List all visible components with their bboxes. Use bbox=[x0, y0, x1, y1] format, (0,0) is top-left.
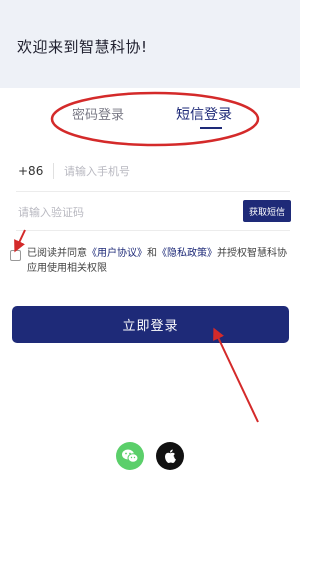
phone-divider bbox=[53, 163, 54, 179]
get-sms-code-button[interactable]: 获取短信 bbox=[243, 200, 291, 222]
code-underline bbox=[16, 230, 290, 231]
active-tab-indicator bbox=[200, 127, 222, 129]
privacy-policy-link[interactable]: 《隐私政策》 bbox=[157, 248, 217, 259]
country-code-selector[interactable]: +86 bbox=[18, 164, 43, 178]
phone-input[interactable] bbox=[64, 163, 284, 179]
wechat-icon bbox=[122, 449, 139, 463]
user-agreement-link[interactable]: 《用户协议》 bbox=[87, 248, 147, 259]
wechat-login-button[interactable] bbox=[116, 442, 144, 470]
phone-underline bbox=[16, 191, 290, 192]
tab-sms-login[interactable]: 短信登录 bbox=[176, 104, 232, 124]
login-button[interactable]: 立即登录 bbox=[12, 306, 289, 343]
welcome-title: 欢迎来到智慧科协! bbox=[17, 38, 148, 56]
agreement-text: 已阅读并同意《用户协议》和《隐私政策》并授权智慧科协应用使用相关权限 bbox=[27, 246, 292, 276]
verification-code-input[interactable] bbox=[18, 204, 218, 220]
annotation-arrow-checkbox bbox=[14, 229, 26, 253]
apple-icon bbox=[165, 449, 176, 463]
agreement-prefix: 已阅读并同意 bbox=[27, 248, 87, 259]
apple-login-button[interactable] bbox=[156, 442, 184, 470]
tab-password-login[interactable]: 密码登录 bbox=[72, 104, 124, 123]
agreement-checkbox[interactable] bbox=[10, 250, 21, 261]
agreement-and: 和 bbox=[147, 248, 157, 259]
annotation-arrow-login bbox=[213, 327, 259, 423]
